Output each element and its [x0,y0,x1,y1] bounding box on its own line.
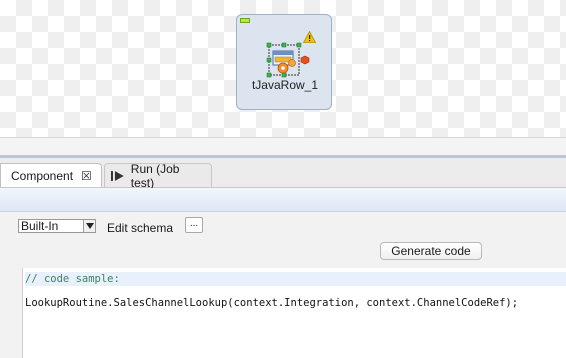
edit-schema-label: Edit schema [107,221,174,235]
code-line: LookupRoutine.SalesChannelLookup(context… [25,297,519,309]
warning-icon [303,31,316,43]
code-comment-line: // code sample: [25,272,566,286]
component-label: tJavaRow_1 [251,78,319,92]
chevron-down-icon[interactable] [83,220,95,232]
panel-header-strip [0,188,566,212]
canvas-horizontal-scroll-area[interactable] [0,137,566,155]
tab-component-label: Component [11,168,74,183]
component-node-tjavarow[interactable]: tJavaRow_1 [236,14,332,110]
job-designer-canvas[interactable]: tJavaRow_1 [0,0,566,137]
code-editor[interactable]: // code sample: LookupRoutine.SalesChann… [22,268,566,358]
edit-schema-button[interactable]: ... [185,217,203,233]
tab-run-label: Run (Job test) [130,161,180,190]
tab-run-job[interactable]: Run (Job test) [104,161,212,190]
node-status-indicator [240,18,250,23]
schema-mode-select[interactable]: Built-In [18,219,96,233]
tab-component[interactable]: Component ☒ [0,163,102,187]
generate-code-button[interactable]: Generate code [380,242,482,260]
run-icon [111,170,124,181]
vertical-tab-gutter [0,212,18,358]
schema-mode-value: Built-In [21,219,59,233]
java-row-component-icon [266,42,310,78]
view-tab-bar: Component ☒ Run (Job test) [0,158,566,190]
close-icon[interactable]: ☒ [81,169,92,183]
